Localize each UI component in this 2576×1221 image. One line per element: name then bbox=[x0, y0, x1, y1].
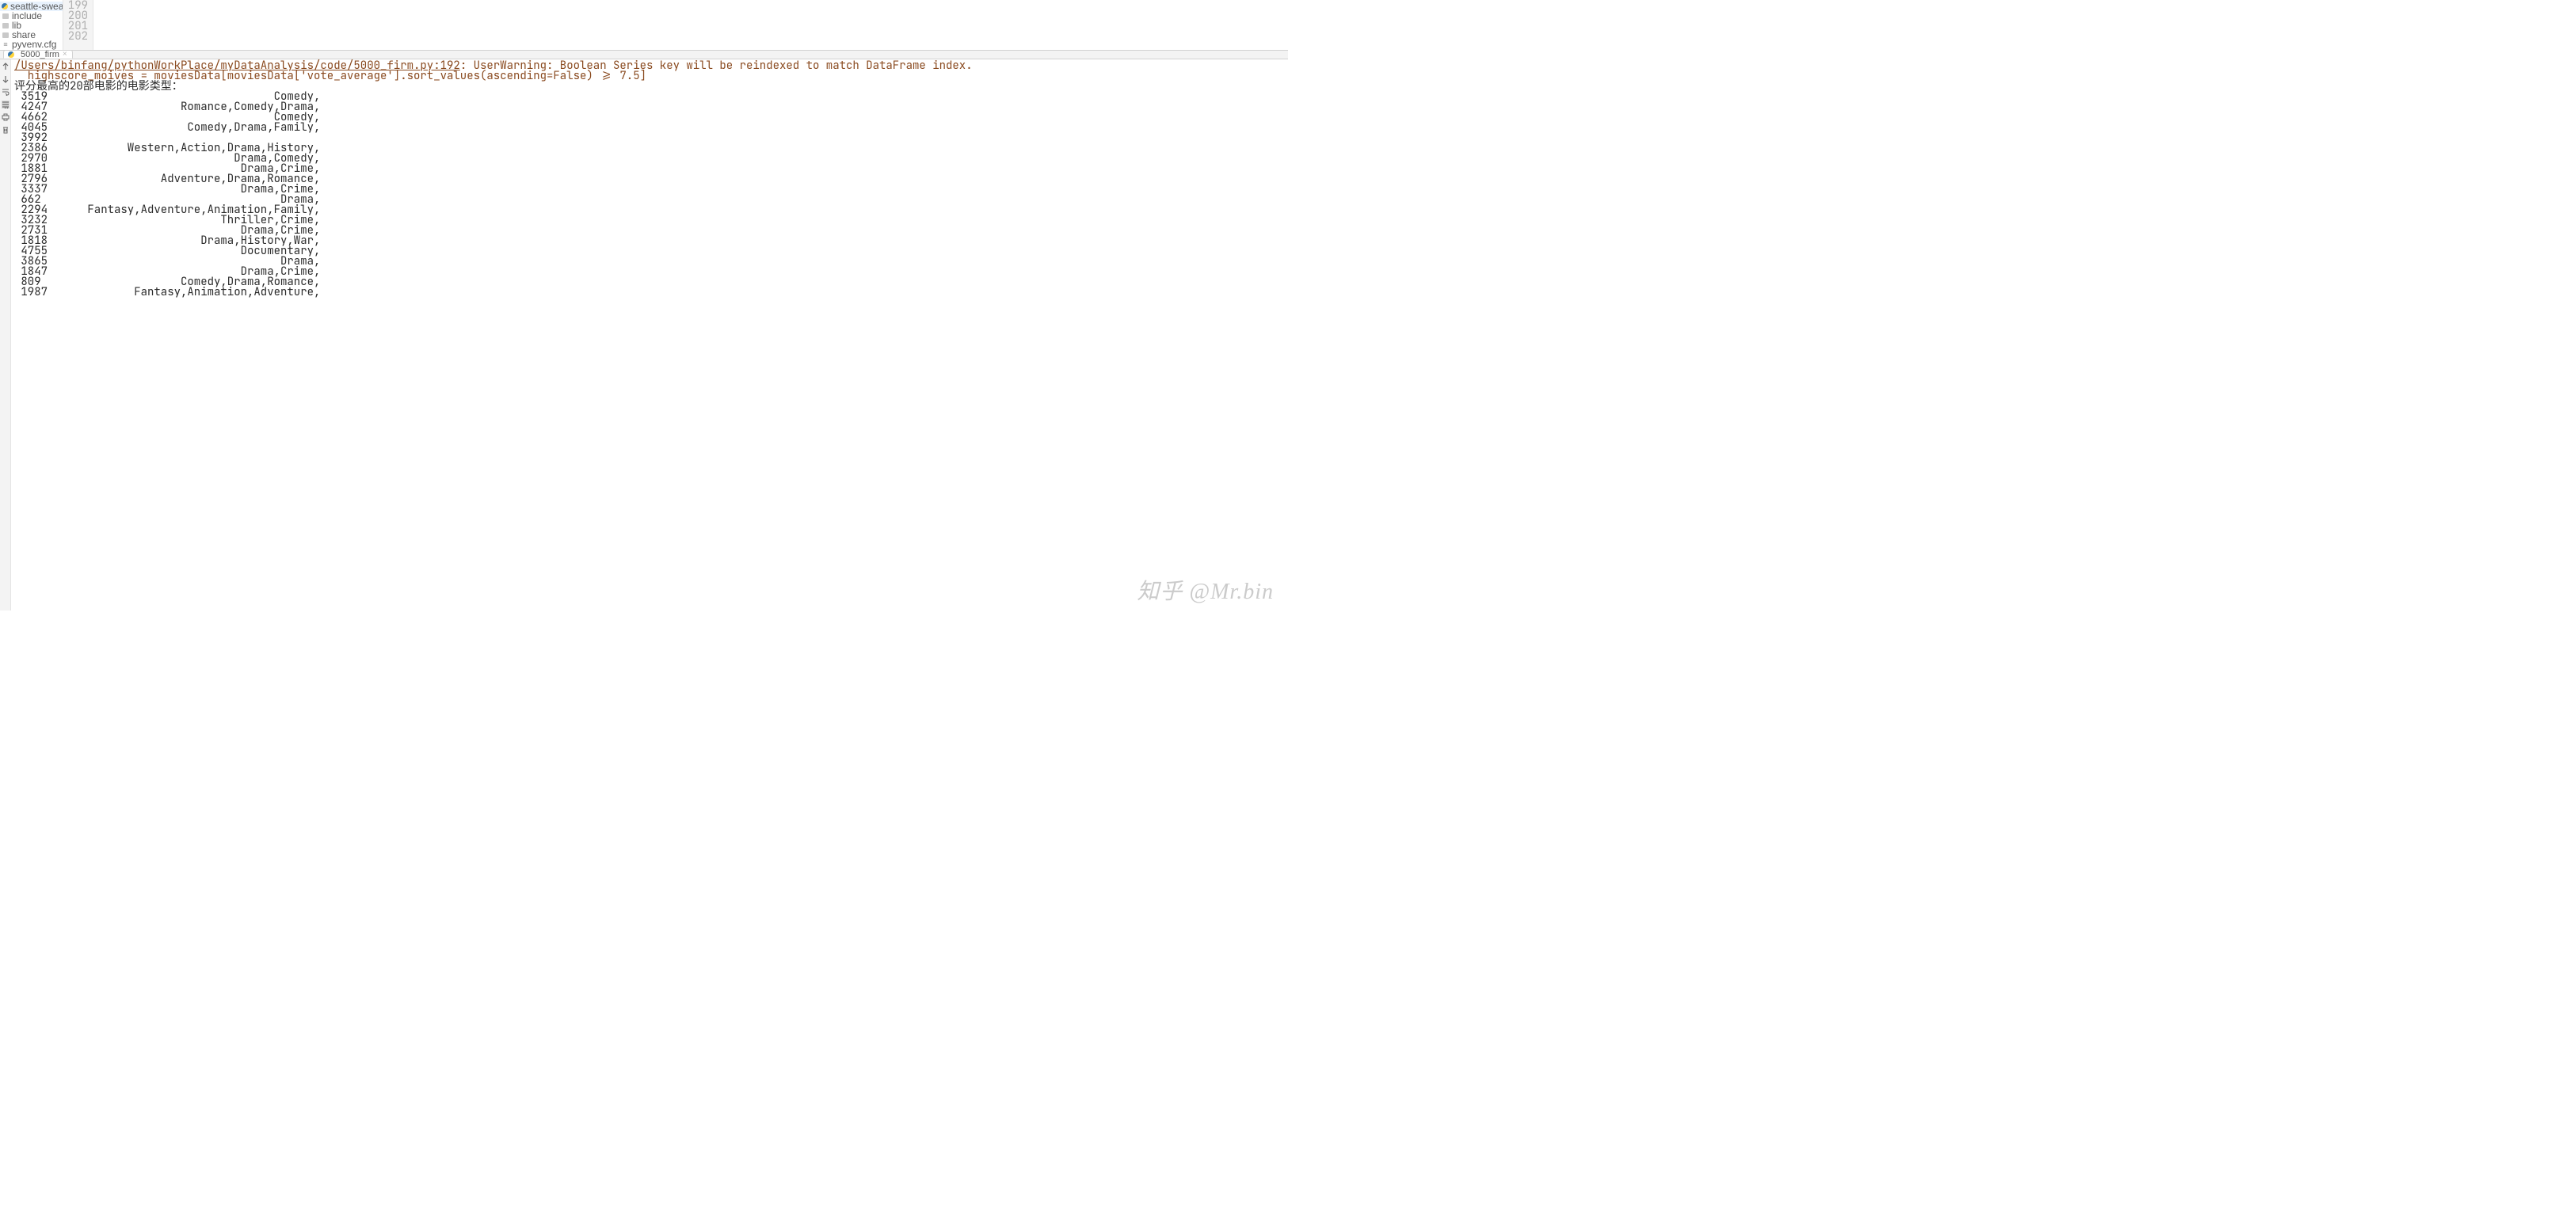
scroll-to-end-icon[interactable] bbox=[2, 101, 10, 108]
file-icon: ≡ bbox=[2, 40, 10, 48]
code-line bbox=[101, 21, 1288, 32]
scroll-down-icon[interactable] bbox=[2, 75, 10, 83]
python-icon bbox=[2, 2, 8, 10]
scroll-up-icon[interactable] bbox=[2, 63, 10, 70]
folder-icon bbox=[2, 31, 10, 39]
python-icon bbox=[7, 51, 15, 59]
folder-icon bbox=[2, 21, 10, 29]
run-console: 5000_firm × /Users/binfang/pythonWorkPla… bbox=[0, 51, 1288, 610]
gutter-line-number: 202 bbox=[63, 32, 88, 42]
console-tab[interactable]: 5000_firm × bbox=[3, 50, 73, 59]
project-tree[interactable]: seattle-sweather.pyincludelibshare≡pyven… bbox=[0, 0, 63, 50]
console-line: 1987 Fantasy,Animation,Adventure, bbox=[14, 287, 1288, 298]
console-output[interactable]: /Users/binfang/pythonWorkPlace/myDataAna… bbox=[11, 59, 1288, 610]
code-editor[interactable]: 199200201202 #评分最高的20部电影的电影类型 print("评分最… bbox=[63, 0, 1288, 50]
console-body: /Users/binfang/pythonWorkPlace/myDataAna… bbox=[0, 59, 1288, 610]
console-tab-label: 5000_firm bbox=[21, 50, 59, 59]
project-and-editor: seattle-sweather.pyincludelibshare≡pyven… bbox=[0, 0, 1288, 51]
wrap-icon[interactable] bbox=[2, 88, 10, 96]
tree-item[interactable]: include bbox=[0, 11, 63, 21]
editor-gutter: 199200201202 bbox=[63, 0, 93, 50]
editor-code[interactable]: #评分最高的20部电影的电影类型 print("评分最高的20部电影的电影类型：… bbox=[93, 0, 1288, 50]
close-icon[interactable]: × bbox=[63, 50, 67, 59]
console-toolbar bbox=[0, 59, 11, 610]
print-icon[interactable] bbox=[2, 113, 10, 121]
trash-icon[interactable] bbox=[2, 126, 10, 134]
folder-icon bbox=[2, 12, 10, 20]
